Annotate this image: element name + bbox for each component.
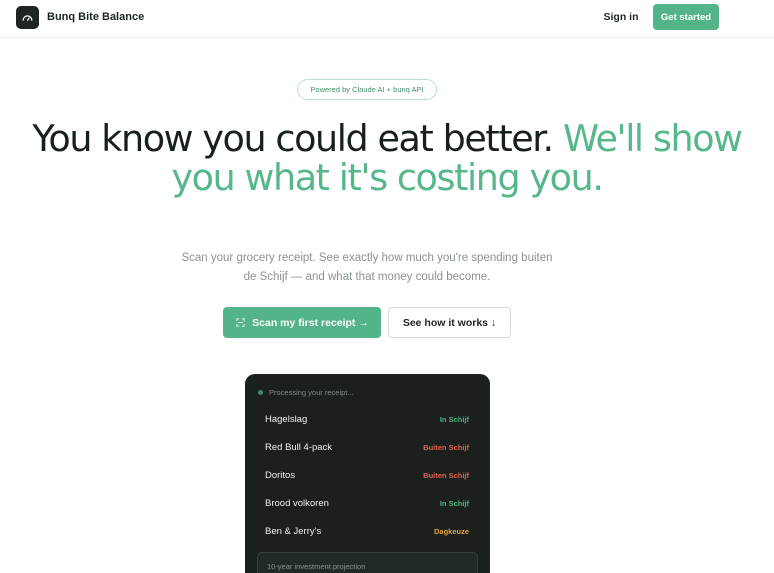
scan-receipt-label: Scan my first receipt →: [252, 316, 369, 329]
receipt-item-name: Hagelslag: [265, 414, 308, 425]
top-navbar: Bunq Bite Balance Sign in Get started: [0, 0, 774, 38]
receipt-item-name: Brood volkoren: [265, 498, 329, 509]
processing-status-text: Processing your receipt...: [269, 388, 354, 397]
hero-title: You know you could eat better. We'll sho…: [0, 117, 774, 197]
receipt-item-name: Ben & Jerry's: [265, 526, 322, 537]
receipt-item-name: Red Bull 4-pack: [265, 442, 333, 453]
hero-subtitle: Scan your grocery receipt. See exactly h…: [181, 252, 553, 283]
receipt-item-tag: In Schijf: [439, 499, 469, 508]
status-dot-icon: [258, 390, 263, 395]
processing-status: Processing your receipt...: [258, 388, 354, 397]
receipt-item-name: Doritos: [265, 470, 296, 481]
gauge-icon[interactable]: [16, 6, 39, 29]
brand-name[interactable]: Bunq Bite Balance: [47, 11, 144, 23]
scan-icon: [235, 317, 246, 328]
scan-receipt-button[interactable]: Scan my first receipt →: [223, 307, 381, 338]
sign-in-link[interactable]: Sign in: [598, 11, 644, 23]
hero-title-dark: You know you could eat better.: [32, 117, 554, 160]
receipt-item-tag: Buiten Schijf: [423, 443, 469, 452]
investment-projection-box: 10-year investment projection: [257, 552, 478, 573]
receipt-item: Ben & Jerry's Dagkeuze: [265, 526, 469, 540]
receipt-preview-card: Processing your receipt... Hagelslag In …: [245, 374, 490, 573]
receipt-item-tag: In Schijf: [439, 415, 469, 424]
receipt-item-tag: Buiten Schijf: [423, 471, 469, 480]
investment-projection-label: 10-year investment projection: [267, 562, 366, 571]
receipt-item: Doritos Buiten Schijf: [265, 470, 469, 484]
receipt-item: Brood volkoren In Schijf: [265, 498, 469, 512]
receipt-item: Hagelslag In Schijf: [265, 414, 469, 428]
see-how-it-works-button[interactable]: See how it works ↓: [388, 307, 511, 338]
powered-by-badge: Powered by Claude AI + bunq API: [297, 79, 437, 100]
get-started-button[interactable]: Get started: [653, 4, 719, 30]
receipt-item: Red Bull 4-pack Buiten Schijf: [265, 442, 469, 456]
receipt-item-tag: Dagkeuze: [433, 527, 469, 536]
